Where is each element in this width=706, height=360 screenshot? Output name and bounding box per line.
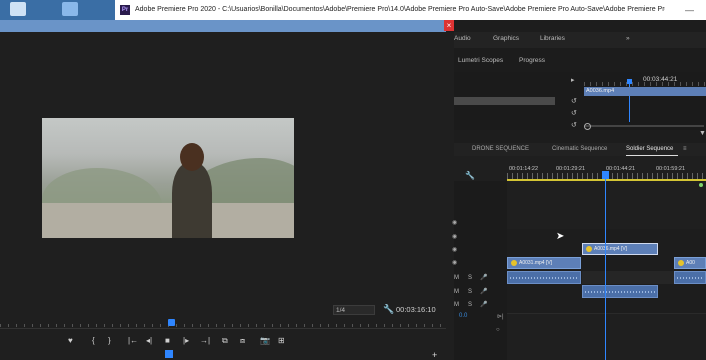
export-frame-button[interactable]: 📷: [260, 336, 270, 345]
clip-label: A00: [686, 260, 695, 266]
microphone-icon[interactable]: 🎤: [480, 274, 487, 281]
effect-controls-clip[interactable]: A0036.mp4: [584, 87, 706, 96]
eye-icon[interactable]: ◉: [452, 259, 457, 266]
effect-controls-scrollbar[interactable]: [584, 125, 704, 127]
tab-lumetri-scopes[interactable]: Lumetri Scopes: [458, 57, 503, 64]
effect-controls-timecode: 00:03:44:21: [643, 76, 678, 83]
solo-button[interactable]: S: [468, 289, 472, 295]
video-preview[interactable]: [42, 118, 294, 238]
comparison-view-button[interactable]: ⊞: [278, 336, 285, 345]
go-to-in-button[interactable]: |←: [128, 336, 138, 345]
mute-button[interactable]: M: [454, 289, 459, 295]
render-status-dot: [699, 183, 703, 187]
reset-icon[interactable]: ↺: [571, 97, 577, 105]
clip-label: A0031.mp4 [V]: [519, 260, 553, 266]
extract-button[interactable]: ⧈: [240, 336, 245, 346]
microphone-icon[interactable]: 🎤: [480, 288, 487, 295]
work-area-bar[interactable]: [507, 179, 706, 181]
microphone-icon[interactable]: 🎤: [480, 301, 487, 308]
track-headers: [454, 181, 507, 360]
workspace-bar: Audio Graphics Libraries »: [454, 32, 706, 48]
monitor-divider: [0, 328, 446, 329]
audio-clip[interactable]: [674, 271, 706, 284]
window-titlebar: Pr Adobe Premiere Pro 2020 - C:\Usuarios…: [115, 0, 706, 20]
panel-menu-icon[interactable]: ≡: [683, 146, 687, 152]
clip-label: A0036.mp4 [V]: [594, 246, 628, 252]
timeline-settings-icon[interactable]: 🔧: [465, 171, 475, 180]
tab-progress[interactable]: Progress: [519, 57, 545, 64]
eye-icon[interactable]: ◉: [452, 246, 457, 253]
tab-cinematic-sequence[interactable]: Cinematic Sequence: [552, 146, 607, 152]
premiere-logo-icon: Pr: [120, 5, 130, 15]
mute-button[interactable]: M: [454, 302, 459, 308]
playback-resolution-select[interactable]: 1/4: [333, 305, 375, 315]
video-clip[interactable]: A0031.mp4 [V]: [507, 257, 581, 269]
master-level[interactable]: 0.0: [459, 313, 467, 319]
reset-icon[interactable]: ↺: [571, 109, 577, 117]
audio-track-a3[interactable]: [507, 299, 706, 314]
video-track-v3[interactable]: [507, 229, 706, 244]
minimize-button[interactable]: —: [685, 0, 694, 20]
more-workspaces-icon[interactable]: »: [626, 35, 630, 42]
mark-in-button[interactable]: {: [92, 336, 95, 345]
audio-clip[interactable]: [582, 285, 658, 298]
solo-button[interactable]: S: [468, 275, 472, 281]
monitor-playhead[interactable]: [168, 319, 175, 326]
lift-button[interactable]: ⧉: [222, 336, 228, 346]
eye-icon[interactable]: ◉: [452, 233, 457, 240]
tab-soldier-sequence[interactable]: Soldier Sequence: [626, 146, 673, 152]
step-back-button[interactable]: ◂|: [146, 336, 152, 345]
reset-icon[interactable]: ↺: [571, 121, 577, 129]
go-to-out-button[interactable]: →|: [200, 336, 210, 345]
window-title: Adobe Premiere Pro 2020 - C:\Usuarios\Bo…: [135, 6, 665, 13]
transport-controls: ♥ { } |← ◂| ■ |▸ →| ⧉ ⧈ 📷 ⊞: [0, 336, 454, 350]
button-editor-icon[interactable]: [165, 350, 173, 358]
time-label: 00:01:59:21: [656, 166, 686, 172]
mouse-cursor-icon: ➤: [556, 231, 565, 242]
tab-drone-sequence[interactable]: DRONE SEQUENCE: [472, 146, 529, 152]
eye-icon[interactable]: ◉: [452, 219, 457, 226]
panel-tab-bar: Lumetri Scopes Progress: [454, 48, 706, 72]
outlook-icon[interactable]: [62, 2, 78, 16]
close-button[interactable]: ×: [444, 20, 454, 31]
settings-wrench-icon[interactable]: 🔧: [383, 304, 394, 315]
fx-badge-icon: [586, 246, 592, 252]
scroll-handle[interactable]: ○: [496, 327, 500, 333]
time-label: 00:01:44:21: [606, 166, 636, 172]
solo-button[interactable]: S: [468, 302, 472, 308]
add-icon[interactable]: +: [432, 350, 437, 360]
mark-out-button[interactable]: }: [108, 336, 111, 345]
track-height-icon[interactable]: ⊳|: [497, 313, 504, 320]
timeline-playhead[interactable]: [602, 171, 609, 179]
fx-badge-icon: [511, 260, 517, 266]
timeline-playhead-line: [605, 179, 606, 360]
audio-clip[interactable]: [507, 271, 581, 284]
scroll-handle[interactable]: [584, 123, 591, 130]
tab-graphics[interactable]: Graphics: [493, 35, 519, 42]
time-label: 00:01:29:21: [556, 166, 586, 172]
stop-button[interactable]: ■: [165, 336, 170, 345]
play-arrow-icon[interactable]: ▸: [571, 76, 575, 84]
filter-icon[interactable]: ▼: [699, 130, 706, 137]
computer-icon[interactable]: [10, 2, 26, 16]
add-marker-button[interactable]: ♥: [68, 336, 73, 345]
tab-audio[interactable]: Audio: [454, 35, 471, 42]
video-clip[interactable]: A00: [674, 257, 706, 269]
step-forward-button[interactable]: |▸: [183, 336, 189, 345]
time-label: 00:01:14:22: [509, 166, 539, 172]
program-timecode[interactable]: 00:03:16:10: [396, 305, 436, 314]
effect-property-bar[interactable]: [454, 97, 555, 105]
tab-libraries[interactable]: Libraries: [540, 35, 565, 42]
mute-button[interactable]: M: [454, 275, 459, 281]
audio-gap[interactable]: [582, 271, 674, 284]
video-clip-selected[interactable]: A0036.mp4 [V]: [582, 243, 658, 255]
fx-badge-icon: [678, 260, 684, 266]
